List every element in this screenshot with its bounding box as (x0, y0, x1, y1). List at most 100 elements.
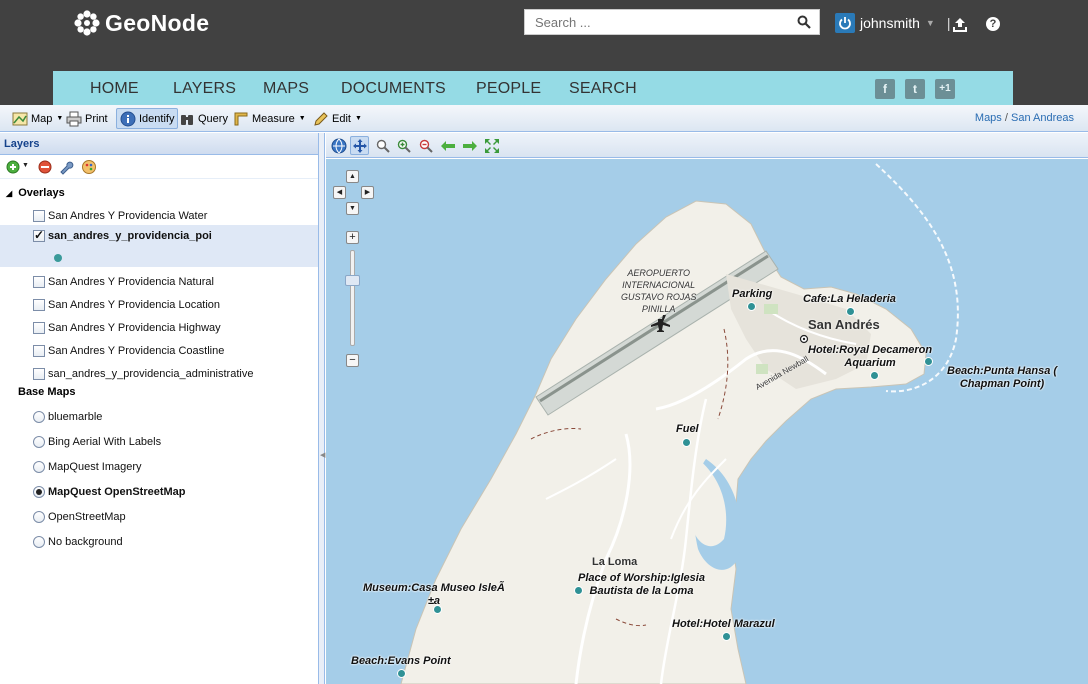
layer-item-administrative[interactable]: san_andres_y_providencia_administrative (0, 363, 318, 385)
pan-down-button[interactable]: ▼ (346, 202, 359, 215)
layer-checkbox[interactable] (33, 345, 45, 357)
back-button[interactable] (438, 136, 457, 155)
query-label: Query (198, 112, 228, 125)
upload-icon[interactable] (952, 17, 968, 33)
help-icon[interactable]: ? (986, 17, 1000, 31)
full-extent-button[interactable] (482, 136, 501, 155)
panel-splitter[interactable]: ◀ (319, 133, 325, 684)
poi-label-hotel-decameron: Hotel:Royal Decameron Aquarium (808, 344, 933, 369)
layer-checkbox[interactable] (33, 210, 45, 222)
pan-right-button[interactable]: ▶ (361, 186, 374, 199)
poi-marker[interactable] (397, 669, 406, 678)
layer-label: san_andres_y_providencia_poi (48, 230, 212, 242)
google-plus-icon[interactable]: +1 (935, 79, 955, 99)
layer-item-water[interactable]: San Andres Y Providencia Water (0, 205, 318, 227)
layer-checkbox[interactable] (33, 299, 45, 311)
zoom-box-button[interactable] (373, 136, 392, 155)
basemap-radio[interactable] (33, 436, 45, 448)
poi-marker[interactable] (924, 357, 933, 366)
add-layer-icon[interactable] (6, 159, 22, 175)
zoom-out-button[interactable] (416, 136, 435, 155)
poi-marker[interactable] (846, 307, 855, 316)
layer-checkbox[interactable] (33, 228, 45, 242)
layer-checkbox[interactable] (33, 276, 45, 288)
map-viewport[interactable]: AEROPUERTO INTERNACIONAL GUSTAVO ROJAS P… (326, 159, 1088, 684)
magnifier-icon (376, 139, 390, 153)
basemap-label: No background (48, 536, 123, 548)
chevron-down-icon[interactable]: ▼ (22, 162, 29, 169)
basemap-item-bluemarble[interactable]: bluemarble (0, 406, 318, 428)
map-toolbar-main: Map ▼ Print Identify Query Measure ▼ Edi… (0, 105, 1088, 132)
basemap-label: MapQuest OpenStreetMap (48, 486, 186, 498)
zoom-in-button[interactable] (394, 136, 413, 155)
overlays-group[interactable]: ◢ Overlays (6, 187, 65, 199)
collapse-arrow-icon[interactable]: ◀ (320, 451, 325, 459)
poi-marker[interactable] (747, 302, 756, 311)
forward-button[interactable] (460, 136, 479, 155)
pan-up-button[interactable]: ▲ (346, 170, 359, 183)
breadcrumb-maps-link[interactable]: Maps (975, 112, 1002, 124)
pan-left-button[interactable]: ◀ (333, 186, 346, 199)
breadcrumb-current[interactable]: San Andreas (1011, 112, 1074, 124)
overlays-group-label: Overlays (18, 187, 65, 199)
twitter-icon[interactable]: t (905, 79, 925, 99)
style-palette-icon[interactable] (81, 159, 97, 175)
basemap-item-osm[interactable]: OpenStreetMap (0, 506, 318, 528)
basemap-item-bing[interactable]: Bing Aerial With Labels (0, 431, 318, 453)
basemap-radio[interactable] (33, 511, 45, 523)
basemaps-group[interactable]: Base Maps (18, 386, 75, 398)
query-button[interactable]: Query (176, 108, 231, 129)
basemap-radio[interactable] (33, 461, 45, 473)
zoom-out-map-button[interactable]: − (346, 354, 359, 367)
geonode-logo[interactable]: GeoNode (73, 8, 209, 38)
facebook-icon[interactable]: f (875, 79, 895, 99)
search-icon[interactable] (797, 15, 811, 29)
zoom-extent-button[interactable] (329, 136, 348, 155)
layer-checkbox[interactable] (33, 322, 45, 334)
wrench-icon[interactable] (58, 159, 74, 175)
layer-item-coastline[interactable]: San Andres Y Providencia Coastline (0, 340, 318, 362)
poi-marker[interactable] (433, 605, 442, 614)
print-label: Print (85, 112, 108, 125)
layer-label: San Andres Y Providencia Natural (48, 276, 214, 288)
poi-label-parking: Parking (732, 288, 773, 300)
zoom-slider-track[interactable] (350, 250, 355, 346)
basemap-radio[interactable] (33, 486, 45, 498)
nav-people[interactable]: PEOPLE (476, 80, 541, 98)
zoom-slider-handle[interactable] (345, 275, 360, 286)
user-menu[interactable]: johnsmith ▼ | (835, 11, 950, 35)
collapse-triangle-icon[interactable]: ◢ (6, 189, 12, 198)
layer-item-highway[interactable]: San Andres Y Providencia Highway (0, 317, 318, 339)
poi-label-fuel: Fuel (676, 423, 699, 435)
layer-item-natural[interactable]: San Andres Y Providencia Natural (0, 271, 318, 293)
nav-documents[interactable]: DOCUMENTS (341, 80, 446, 98)
identify-button[interactable]: Identify (116, 108, 179, 129)
layer-item-poi[interactable]: san_andres_y_providencia_poi (0, 225, 318, 267)
poi-marker[interactable] (682, 438, 691, 447)
layer-item-location[interactable]: San Andres Y Providencia Location (0, 294, 318, 316)
pan-button[interactable] (350, 136, 369, 155)
zoom-out-icon (419, 139, 433, 153)
poi-marker[interactable] (574, 586, 583, 595)
nav-layers[interactable]: LAYERS (173, 80, 236, 98)
remove-layer-icon[interactable] (37, 159, 53, 175)
basemap-item-none[interactable]: No background (0, 531, 318, 553)
poi-marker[interactable] (870, 371, 879, 380)
measure-menu-button[interactable]: Measure ▼ (230, 108, 309, 129)
edit-menu-button[interactable]: Edit ▼ (310, 108, 365, 129)
nav-search[interactable]: SEARCH (569, 80, 637, 98)
la-loma-label: La Loma (592, 556, 638, 568)
map-menu-button[interactable]: Map ▼ (9, 108, 66, 129)
basemap-item-mapquest-osm[interactable]: MapQuest OpenStreetMap (0, 481, 318, 503)
basemap-radio[interactable] (33, 411, 45, 423)
identify-label: Identify (139, 112, 175, 125)
nav-maps[interactable]: MAPS (263, 80, 309, 98)
layer-checkbox[interactable] (33, 368, 45, 380)
nav-home[interactable]: HOME (90, 80, 139, 98)
zoom-in-map-button[interactable]: + (346, 231, 359, 244)
search-input[interactable] (525, 10, 787, 34)
poi-marker[interactable] (722, 632, 731, 641)
print-button[interactable]: Print (63, 108, 111, 129)
basemap-item-mapquest-imagery[interactable]: MapQuest Imagery (0, 456, 318, 478)
basemap-radio[interactable] (33, 536, 45, 548)
